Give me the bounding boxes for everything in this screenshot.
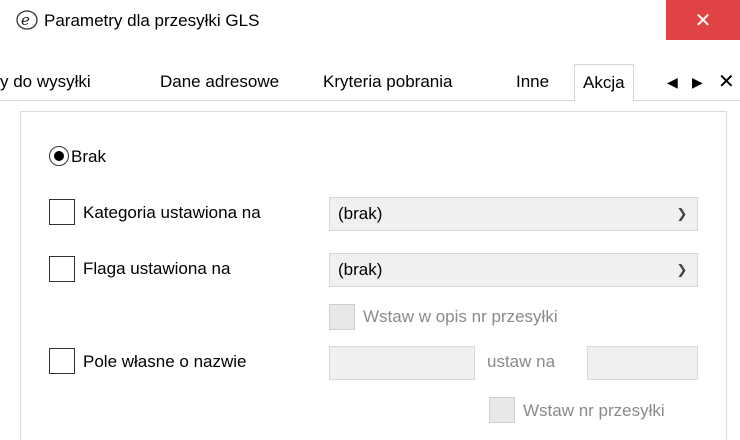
- svg-text:e: e: [21, 11, 30, 29]
- tab-dane-adresowe[interactable]: Dane adresowe: [160, 64, 279, 100]
- window-close-button[interactable]: ✕: [666, 0, 740, 40]
- close-icon: ✕: [694, 9, 712, 32]
- tab-close-icon[interactable]: ✕: [718, 64, 735, 100]
- window-title: Parametry dla przesyłki GLS: [44, 11, 260, 30]
- kategoria-select-value: (brak): [338, 204, 383, 223]
- kategoria-select[interactable]: (brak) ❯: [329, 197, 698, 231]
- wstaw-opis-label: Wstaw w opis nr przesyłki: [363, 307, 558, 326]
- brak-label: Brak: [71, 147, 106, 166]
- wstaw-nr-checkbox[interactable]: [489, 397, 515, 423]
- flaga-select[interactable]: (brak) ❯: [329, 253, 698, 287]
- tab-wysylka[interactable]: y do wysyłki: [0, 64, 91, 100]
- pole-wlasne-checkbox[interactable]: [49, 348, 75, 374]
- tab-bar: y do wysyłki Dane adresowe Kryteria pobr…: [0, 64, 740, 102]
- kategoria-label: Kategoria ustawiona na: [83, 203, 261, 222]
- wstaw-nr-label: Wstaw nr przesyłki: [523, 401, 665, 420]
- tab-kryteria-pobrania[interactable]: Kryteria pobrania: [323, 64, 452, 100]
- pole-value-input[interactable]: [587, 346, 698, 380]
- flaga-label: Flaga ustawiona na: [83, 259, 231, 278]
- kategoria-checkbox[interactable]: [49, 199, 75, 225]
- pole-name-input[interactable]: [329, 346, 475, 380]
- program-e-icon: e: [16, 10, 38, 30]
- flaga-select-value: (brak): [338, 260, 383, 279]
- title-bar: e Parametry dla przesyłki GLS ✕: [0, 0, 740, 40]
- wstaw-opis-checkbox[interactable]: [329, 304, 355, 330]
- brak-radio[interactable]: [49, 146, 69, 166]
- tab-inne[interactable]: Inne: [516, 64, 549, 100]
- akcja-panel: Brak Kategoria ustawiona na (brak) ❯ Fla…: [20, 111, 727, 440]
- flaga-checkbox[interactable]: [49, 256, 75, 282]
- tab-scroll-left-icon[interactable]: ◀: [667, 64, 678, 100]
- tab-akcja[interactable]: Akcja: [574, 64, 634, 102]
- pole-wlasne-label: Pole własne o nazwie: [83, 352, 247, 371]
- ustaw-na-label: ustaw na: [487, 352, 556, 371]
- chevron-down-icon: ❯: [676, 206, 688, 221]
- radio-selected-dot: [54, 151, 64, 161]
- tab-scroll-right-icon[interactable]: ▶: [692, 64, 703, 100]
- chevron-down-icon: ❯: [676, 262, 688, 277]
